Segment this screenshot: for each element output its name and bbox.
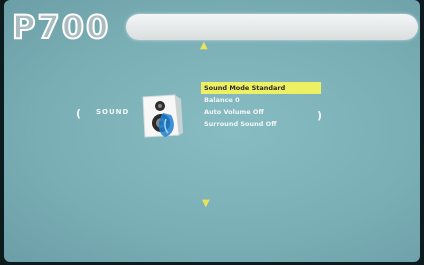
menu-item-balance[interactable]: Balance 0	[201, 94, 321, 106]
down-arrow-icon[interactable]: ▼	[202, 198, 210, 209]
up-arrow-icon[interactable]: ▲	[200, 40, 208, 51]
menu-item-auto-volume[interactable]: Auto Volume Off	[201, 106, 321, 118]
logo-text: P700	[11, 7, 111, 47]
speaker-icon	[135, 91, 185, 141]
osd-screen: P700 ▲ ( SOUND Sound Mode Standard Balan…	[4, 0, 420, 262]
section-label: SOUND	[96, 108, 130, 116]
sound-menu: Sound Mode Standard Balance 0 Auto Volum…	[201, 82, 321, 130]
brand-logo: P700	[10, 7, 130, 47]
title-bar	[126, 14, 418, 40]
menu-item-surround-sound[interactable]: Surround Sound Off	[201, 118, 321, 130]
right-arrow-icon[interactable]: )	[317, 109, 322, 122]
left-arrow-icon[interactable]: (	[76, 107, 81, 120]
menu-item-sound-mode[interactable]: Sound Mode Standard	[201, 82, 321, 94]
